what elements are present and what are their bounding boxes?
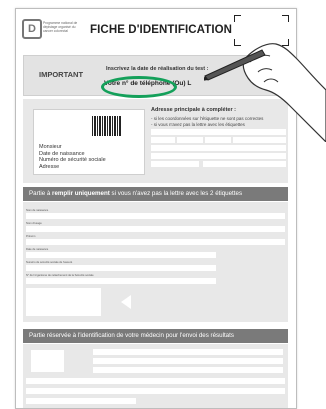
birth-name-field[interactable] bbox=[26, 213, 285, 219]
self-fill-section: Nom de naissance Nom d'usage Prénom Date… bbox=[23, 202, 288, 322]
doctor-stamp-area[interactable] bbox=[31, 350, 64, 372]
doctor-field-6[interactable] bbox=[26, 398, 136, 404]
barcode-icon bbox=[92, 116, 122, 136]
field-label-insurer: N° de l'organisme de rattachement de la … bbox=[26, 274, 94, 277]
address-field-2a[interactable] bbox=[151, 137, 175, 143]
first-name-field[interactable] bbox=[26, 239, 285, 245]
doctor-field-2[interactable] bbox=[93, 358, 283, 364]
section-band-doctor: Partie réservée à l'identification de vo… bbox=[23, 329, 288, 343]
identity-label-card: Monsieur Date de naissance Numéro de séc… bbox=[33, 109, 145, 175]
hand-writing-with-pen-icon bbox=[204, 43, 326, 142]
doctor-section bbox=[23, 344, 288, 408]
crop-mark-top-right bbox=[282, 15, 289, 22]
label-line-birthdate: Date de naissance bbox=[39, 150, 85, 157]
address-field-4[interactable] bbox=[151, 153, 286, 159]
important-label: IMPORTANT bbox=[39, 70, 84, 79]
doctor-field-3[interactable] bbox=[93, 367, 283, 373]
doctor-field-1[interactable] bbox=[93, 349, 283, 355]
doctor-field-4[interactable] bbox=[26, 378, 285, 384]
field-label-birthdate: Date de naissance bbox=[26, 248, 49, 251]
label-sticker-area[interactable] bbox=[26, 288, 101, 316]
address-field-3[interactable] bbox=[151, 145, 286, 151]
label-line-civility: Monsieur bbox=[39, 144, 62, 150]
section-band-self-fill: Partie à remplir uniquement si vous n'av… bbox=[23, 187, 288, 201]
insurer-field[interactable] bbox=[26, 278, 216, 284]
arrow-left-icon bbox=[121, 295, 131, 309]
field-label-first-name: Prénom bbox=[26, 235, 36, 238]
label-card-text: Monsieur Date de naissance Numéro de séc… bbox=[39, 144, 106, 170]
usage-name-field[interactable] bbox=[26, 226, 285, 232]
field-label-birth-name: Nom de naissance bbox=[26, 209, 49, 212]
program-logo: D Programme national de dépistage organi… bbox=[22, 19, 82, 39]
label-line-social-security: Numéro de sécurité sociale bbox=[39, 157, 106, 164]
section1-bold: remplir uniquement bbox=[52, 190, 110, 197]
section1-suffix: si vous n'avez pas la lettre avec les 2 … bbox=[109, 190, 243, 197]
logo-mark: D bbox=[22, 19, 42, 39]
social-security-field[interactable] bbox=[26, 265, 216, 271]
city-field[interactable] bbox=[203, 161, 286, 167]
birthdate-field[interactable] bbox=[26, 252, 216, 258]
test-date-instruction: Inscrivez la date de réalisation du test… bbox=[106, 66, 209, 72]
phone-highlight-oval bbox=[101, 76, 177, 98]
label-line-address: Adresse bbox=[39, 163, 60, 170]
field-label-usage-name: Nom d'usage bbox=[26, 222, 42, 225]
crop-mark-top-left bbox=[234, 15, 241, 22]
address-field-2b[interactable] bbox=[177, 137, 203, 143]
logo-text: Programme national de dépistage organisé… bbox=[43, 21, 78, 33]
field-label-social-security: Numéro de sécurité sociale de l'assuré bbox=[26, 261, 73, 264]
doctor-field-5[interactable] bbox=[26, 388, 285, 394]
section1-prefix: Partie à bbox=[29, 190, 53, 197]
postcode-field[interactable] bbox=[151, 161, 199, 167]
